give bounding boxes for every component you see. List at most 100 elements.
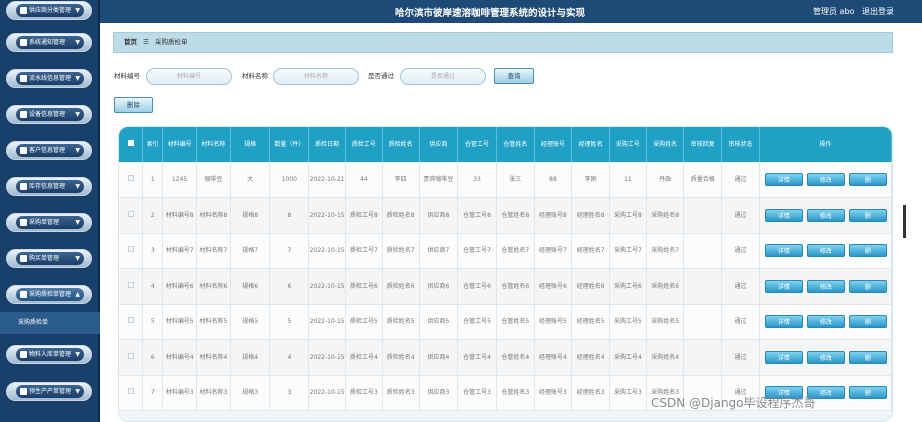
row-checkbox[interactable] <box>127 210 134 217</box>
edit-button[interactable]: 修改 <box>806 315 845 329</box>
edit-button[interactable]: 修改 <box>806 173 845 186</box>
chevron-down-icon: ▼ <box>75 111 80 118</box>
edit-button[interactable]: 修改 <box>806 279 845 293</box>
chevron-down-icon: ▼ <box>75 75 80 82</box>
passed-select[interactable]: 是否通过 <box>400 68 486 85</box>
row-checkbox-cell[interactable] <box>119 375 144 411</box>
detail-button[interactable]: 详情 <box>764 279 803 293</box>
material-no-input[interactable]: 材料编号 <box>146 68 232 85</box>
table-cell: 经理姓名7 <box>571 233 611 269</box>
delete-button[interactable]: 删除 <box>114 97 153 113</box>
delete-row-button[interactable]: 删 <box>848 173 887 186</box>
table-cell: 仓管工号6 <box>457 268 497 305</box>
sidebar-subitem-active[interactable]: 采购质检单 <box>0 312 100 334</box>
table-cell: 规格7 <box>230 233 271 269</box>
sidebar-item-10[interactable]: 物料入库单管理 ▼ <box>6 345 92 364</box>
delete-row-button[interactable]: 删 <box>848 315 887 329</box>
sidebar-item-3[interactable]: 流水线信息管理 ▼ <box>6 69 92 88</box>
edit-button[interactable]: 修改 <box>806 244 845 258</box>
sidebar-item-1[interactable]: 供应商分类管理 ▼ <box>6 1 92 20</box>
row-checkbox-cell[interactable] <box>119 233 144 269</box>
sidebar-item-label: 库存信息管理 <box>29 183 66 190</box>
table-cell: 2022-10-15 <box>308 339 347 376</box>
table-cell: 质检姓名3 <box>382 375 420 411</box>
table-row: 2 材料编号8 材料名称8 规格8 8 2022-10-15 质检工号8 质检姓名8 供应商8 仓… <box>119 197 892 234</box>
row-checkbox-cell[interactable] <box>119 162 144 198</box>
sidebar-item-body: 预生产产单管理 ▼ <box>16 385 84 398</box>
logout-link[interactable]: 退出登录 <box>862 7 894 16</box>
table-row: 6 材料编号4 材料名称4 规格4 4 2022-10-15 质检工号4 质检姓名4 供应商4 仓… <box>119 339 892 376</box>
row-checkbox-cell[interactable] <box>119 339 144 376</box>
table-cell: 采购姓名6 <box>646 268 685 305</box>
column-header: 审核回复 <box>683 127 723 162</box>
table-cell: 6 <box>142 339 164 376</box>
table-cell: 5 <box>142 304 164 340</box>
row-checkbox[interactable] <box>127 281 134 288</box>
sidebar-item-7[interactable]: 采购单管理 ▼ <box>6 213 92 232</box>
table-row: 3 材料编号7 材料名称7 规格7 7 2022-10-15 质检工号7 质检姓名7 供应商7 仓… <box>119 233 892 269</box>
table-cell: 33 <box>457 162 497 198</box>
table-row: 1 1245 咖啡豆大 1000 2022-10-21 44 李四 贵宾咖啡豆 33 张三 88 李刚… <box>119 162 892 198</box>
sidebar-item-5[interactable]: 客户信息管理 ▼ <box>6 141 92 160</box>
detail-button[interactable]: 详情 <box>764 315 803 329</box>
material-name-input[interactable]: 材料名称 <box>273 68 359 85</box>
sidebar-item-11[interactable]: 预生产产单管理 ▼ <box>6 382 92 401</box>
row-checkbox[interactable] <box>127 175 134 181</box>
table-cell: 通过 <box>721 233 760 269</box>
table-cell: 11 <box>609 162 647 198</box>
row-checkbox[interactable] <box>127 317 134 324</box>
app-title: 哈尔滨市彼岸速溶咖啡管理系统的设计与实现 <box>395 8 586 19</box>
edit-button[interactable]: 修改 <box>806 350 845 364</box>
watermark: CSDN @Django毕设程序杰哥 <box>651 396 816 410</box>
sidebar-item-body: 设备信息管理 ▼ <box>16 108 84 121</box>
table-cell: 经理姓名5 <box>571 304 611 340</box>
row-actions: 详情 修改删 <box>759 304 892 340</box>
row-checkbox[interactable] <box>127 246 134 253</box>
select-all-checkbox[interactable] <box>127 139 134 146</box>
table-cell: 供应商6 <box>419 268 459 305</box>
delete-row-button[interactable]: 删 <box>848 208 887 222</box>
breadcrumb-home[interactable]: 首页 <box>124 38 137 46</box>
column-header: 索引 <box>142 127 164 162</box>
delete-row-button[interactable]: 删 <box>848 244 887 258</box>
grid-icon <box>20 7 27 14</box>
delete-row-button[interactable]: 删 <box>848 279 887 293</box>
detail-button[interactable]: 详情 <box>764 244 803 258</box>
sidebar-item-9[interactable]: 采购质检单管理 ▲ <box>6 285 92 304</box>
chevron-up-icon: ▲ <box>75 291 80 298</box>
table-cell: 质检姓名5 <box>382 304 420 340</box>
sidebar-item-6[interactable]: 库存信息管理 ▼ <box>6 177 92 196</box>
select-all-checkbox-cell[interactable] <box>119 127 144 162</box>
delete-row-button[interactable]: 删 <box>848 350 887 364</box>
row-checkbox-cell[interactable] <box>119 197 144 234</box>
table-cell: 2022-10-15 <box>308 268 347 305</box>
table-cell: 采购姓名7 <box>646 233 685 269</box>
table-cell: 材料编号3 <box>162 375 198 411</box>
table-cell: 7 <box>142 375 164 411</box>
row-checkbox-cell[interactable] <box>119 268 144 305</box>
detail-button[interactable]: 详情 <box>764 208 803 222</box>
row-checkbox[interactable] <box>127 352 134 359</box>
detail-button[interactable]: 详情 <box>764 173 803 186</box>
table-cell: 供应商5 <box>419 304 459 340</box>
row-checkbox-cell[interactable] <box>119 304 144 340</box>
table-cell: 仓管姓名3 <box>496 375 535 411</box>
table-row: 4 材料编号6 材料名称6 规格6 6 2022-10-15 质检工号6 质检姓名6 供应商6 仓… <box>119 268 892 305</box>
edit-button[interactable]: 修改 <box>806 208 845 222</box>
sidebar-item-label: 物料入库单管理 <box>29 351 72 358</box>
sidebar-item-4[interactable]: 设备信息管理 ▼ <box>6 105 92 124</box>
flag-icon <box>20 111 27 118</box>
table-cell: 材料编号8 <box>162 197 198 234</box>
sidebar-item-8[interactable]: 购买单管理 ▼ <box>6 249 92 268</box>
detail-button[interactable]: 详情 <box>764 350 803 364</box>
scrollbar-thumb[interactable] <box>903 205 906 238</box>
sidebar-item-2[interactable]: 系统通知管理 ▼ <box>6 33 92 52</box>
query-button[interactable]: 查询 <box>494 68 534 84</box>
delete-row-button[interactable]: 删 <box>848 386 887 400</box>
row-checkbox[interactable] <box>127 388 134 395</box>
column-header: 操作 <box>759 127 892 162</box>
sidebar-item-body: 采购单管理 ▼ <box>16 216 84 229</box>
table-cell: 4 <box>142 268 164 305</box>
column-header: 数量（件） <box>269 127 310 162</box>
row-actions: 详情 修改删 <box>759 197 892 234</box>
